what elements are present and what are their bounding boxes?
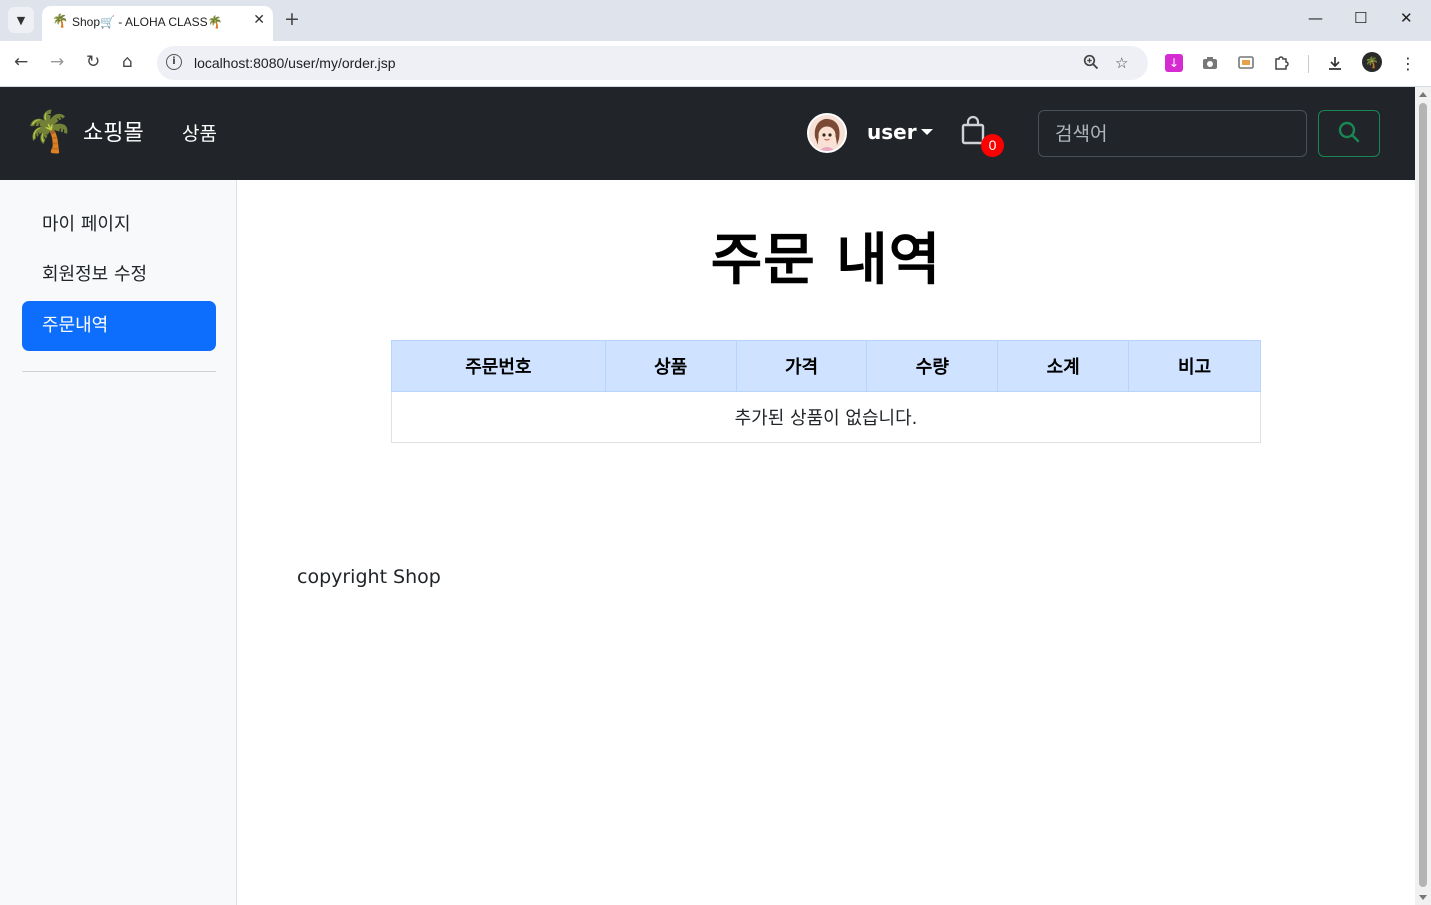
caret-down-icon (920, 129, 933, 135)
puzzle-icon[interactable] (1273, 54, 1291, 72)
arrow-right-icon[interactable]: → (50, 52, 64, 72)
chevron-down-icon: ▼ (16, 13, 26, 27)
nav-link-products[interactable]: 상품 (182, 119, 217, 146)
search-button[interactable] (1318, 110, 1380, 157)
user-dropdown-toggle[interactable]: user (867, 120, 933, 144)
url-text[interactable]: localhost:8080/user/my/order.jsp (194, 55, 396, 71)
search-icon (1338, 121, 1360, 146)
browser-tab[interactable]: 🌴 Shop🛒 - ALOHA CLASS🌴 ✕ (42, 6, 273, 41)
palm-tree-logo-icon[interactable]: 🌴 (24, 107, 74, 157)
plus-icon[interactable]: + (284, 9, 300, 29)
tab-search-button[interactable]: ▼ (8, 7, 34, 33)
download-extension-icon[interactable]: ↓ (1165, 54, 1183, 72)
home-icon[interactable]: ⌂ (122, 52, 133, 72)
maximize-icon[interactable]: ☐ (1354, 8, 1367, 28)
browser-toolbar: ← → ↻ ⌂ i localhost:8080/user/my/order.j… (0, 41, 1431, 87)
page-scrollbar[interactable] (1415, 87, 1431, 905)
column-header-price: 가격 (735, 340, 868, 392)
sidebar-divider (22, 371, 216, 372)
address-bar[interactable]: i localhost:8080/user/my/order.jsp ☆ (157, 46, 1148, 80)
kebab-menu-icon[interactable]: ⋮ (1399, 54, 1417, 73)
avatar-girl-icon[interactable] (807, 113, 847, 153)
empty-table-message: 추가된 상품이 없습니다. (391, 391, 1261, 443)
column-header-product: 상품 (604, 340, 737, 392)
scroll-down-icon[interactable] (1419, 895, 1427, 900)
reload-icon[interactable]: ↻ (86, 52, 100, 72)
scroll-up-icon[interactable] (1419, 92, 1427, 97)
column-header-note: 비고 (1128, 340, 1261, 392)
cart-count-badge: 0 (981, 134, 1004, 157)
table-header-row: 주문번호 상품 가격 수량 소계 비고 (391, 340, 1261, 392)
order-table: 주문번호 상품 가격 수량 소계 비고 추가된 상품이 없습니다. (391, 340, 1261, 443)
browser-tab-strip: ▼ 🌴 Shop🛒 - ALOHA CLASS🌴 ✕ + — ☐ ✕ (0, 0, 1431, 41)
profile-avatar-icon[interactable]: 🌴 (1362, 52, 1382, 72)
arrow-left-icon[interactable]: ← (14, 52, 28, 72)
table-row: 추가된 상품이 없습니다. (391, 391, 1261, 443)
toolbar-divider (1308, 55, 1309, 73)
column-header-order-number: 주문번호 (391, 340, 606, 392)
search-input[interactable] (1038, 110, 1307, 157)
footer-copyright: copyright Shop (297, 566, 441, 588)
page-title: 주문 내역 (710, 228, 942, 293)
camera-icon[interactable] (1201, 54, 1219, 72)
scroll-thumb[interactable] (1419, 103, 1427, 887)
sidebar: 마이 페이지 회원정보 수정 주문내역 (0, 180, 237, 905)
column-header-subtotal: 소계 (997, 340, 1130, 392)
cast-icon[interactable] (1237, 54, 1255, 72)
close-icon[interactable]: ✕ (253, 12, 265, 28)
window-close-icon[interactable]: ✕ (1400, 8, 1413, 28)
download-icon[interactable] (1326, 54, 1344, 72)
minimize-icon[interactable]: — (1308, 8, 1323, 28)
column-header-quantity: 수량 (866, 340, 999, 392)
site-navbar: 🌴 쇼핑몰 상품 user 0 (0, 87, 1415, 180)
brand-name[interactable]: 쇼핑몰 (83, 115, 144, 147)
sidebar-item-order-history[interactable]: 주문내역 (22, 301, 216, 351)
sidebar-item-my-page[interactable]: 마이 페이지 (22, 200, 216, 250)
user-name[interactable]: user (867, 120, 917, 144)
info-icon[interactable]: i (166, 54, 182, 70)
star-icon[interactable]: ☆ (1115, 54, 1128, 72)
tab-title: Shop🛒 - ALOHA CLASS🌴 (72, 15, 223, 29)
sidebar-item-edit-profile[interactable]: 회원정보 수정 (22, 250, 216, 300)
zoom-icon[interactable] (1083, 54, 1099, 74)
tab-favicon-icon: 🌴 (52, 14, 69, 29)
